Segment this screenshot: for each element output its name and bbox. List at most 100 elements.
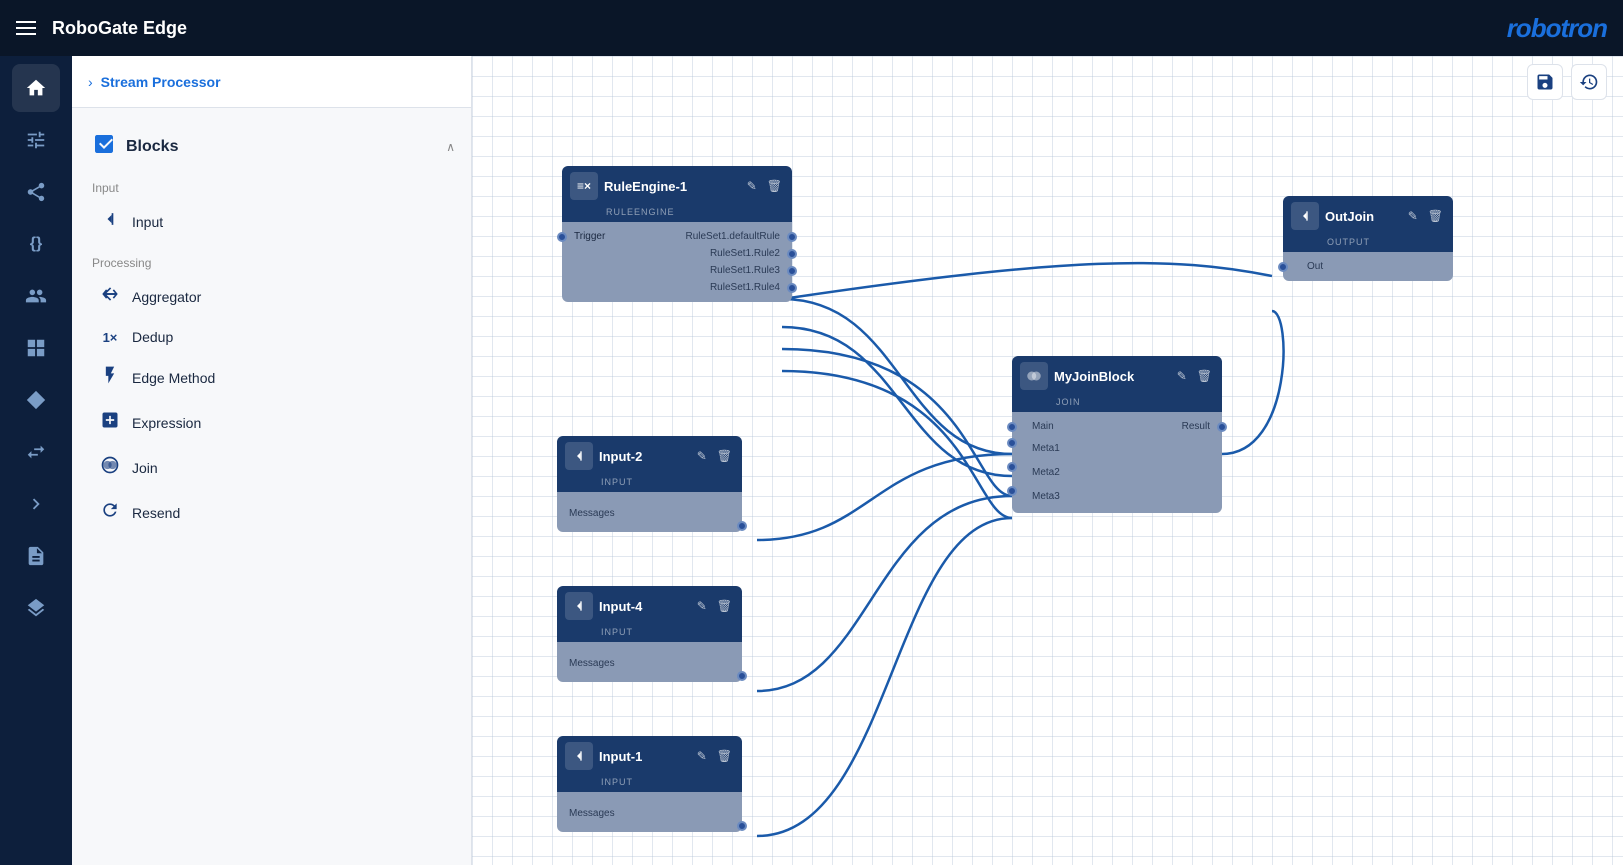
input2-edit[interactable]: ✎ xyxy=(695,447,709,465)
node-input-2[interactable]: Input-2 ✎ 🗑 INPUT Messages xyxy=(557,436,742,532)
block-expression[interactable]: Expression xyxy=(80,400,463,445)
port-trigger-dot xyxy=(557,232,567,242)
port-meta1-dot xyxy=(1007,438,1017,448)
block-edge-method[interactable]: Edge Method xyxy=(80,355,463,400)
join-block-type: JOIN xyxy=(1012,396,1222,412)
input1-delete[interactable]: 🗑 xyxy=(715,747,734,765)
sidebar-item-code[interactable]: {} xyxy=(12,220,60,268)
port-out-label: Out xyxy=(1307,261,1323,272)
block-join[interactable]: Join xyxy=(80,445,463,490)
port-defaultrule-label: RuleSet1.defaultRule xyxy=(685,231,780,242)
join-label: Join xyxy=(132,460,158,476)
aggregator-label: Aggregator xyxy=(132,289,201,305)
port-out: Out xyxy=(1283,258,1453,275)
category-processing: Processing xyxy=(72,244,471,274)
input2-body: Messages xyxy=(557,492,742,532)
port-rule2-label: RuleSet1.Rule2 xyxy=(710,248,780,259)
input4-delete[interactable]: 🗑 xyxy=(715,597,734,615)
rule-engine-edit[interactable]: ✎ xyxy=(745,177,759,195)
out-join-type: OUTPUT xyxy=(1283,236,1453,252)
resend-label: Resend xyxy=(132,505,180,521)
port-trigger-label: Trigger xyxy=(574,231,605,242)
rule-engine-type: RULEENGINE xyxy=(562,206,792,222)
input2-delete[interactable]: 🗑 xyxy=(715,447,734,465)
block-aggregator[interactable]: Aggregator xyxy=(80,274,463,319)
aggregator-icon xyxy=(100,284,120,309)
port-trigger: Trigger RuleSet1.defaultRule xyxy=(562,228,792,245)
input1-title: Input-1 xyxy=(599,749,689,764)
input-label: Input xyxy=(132,214,163,230)
sidebar-item-diamond[interactable] xyxy=(12,376,60,424)
panel-header: › Stream Processor xyxy=(72,56,471,108)
breadcrumb-label[interactable]: Stream Processor xyxy=(101,74,221,90)
node-input-4[interactable]: Input-4 ✎ 🗑 INPUT Messages xyxy=(557,586,742,682)
sidebar-item-chevron[interactable] xyxy=(12,480,60,528)
port-messages1-label: Messages xyxy=(569,808,615,819)
save-button[interactable] xyxy=(1527,64,1563,100)
port-main-dot xyxy=(1007,422,1017,432)
join-block-body: Main Result Meta1 Meta2 Meta3 xyxy=(1012,412,1222,513)
sidebar-item-layers[interactable] xyxy=(12,584,60,632)
blocks-section-title: Blocks xyxy=(126,138,178,156)
blocks-section-header[interactable]: Blocks ∧ xyxy=(72,124,471,169)
join-block-edit[interactable]: ✎ xyxy=(1175,367,1189,385)
out-join-edit[interactable]: ✎ xyxy=(1406,207,1420,225)
input1-body: Messages xyxy=(557,792,742,832)
input1-edit[interactable]: ✎ xyxy=(695,747,709,765)
port-main-label: Main xyxy=(1024,421,1054,432)
node-out-join[interactable]: OutJoin ✎ 🗑 OUTPUT Out xyxy=(1283,196,1453,281)
conn-rule-outjoin xyxy=(782,263,1272,299)
input4-edit[interactable]: ✎ xyxy=(695,597,709,615)
sidebar-item-document[interactable] xyxy=(12,532,60,580)
port-messages-4: Messages xyxy=(557,648,742,676)
blocks-panel: › Stream Processor Blocks ∧ Input Input … xyxy=(72,56,472,865)
sidebar-item-sliders[interactable] xyxy=(12,116,60,164)
sidebar-item-home[interactable] xyxy=(12,64,60,112)
node-my-join-block[interactable]: MyJoinBlock ✎ 🗑 JOIN Main Result Meta1 xyxy=(1012,356,1222,513)
sidebar-item-people[interactable] xyxy=(12,272,60,320)
header-left: RoboGate Edge xyxy=(16,18,187,39)
input2-icon xyxy=(565,442,593,470)
conn-input4-meta2 xyxy=(757,496,1012,691)
sidebar-item-share[interactable] xyxy=(12,168,60,216)
port-defaultrule-dot xyxy=(787,232,797,242)
input-icon xyxy=(100,209,120,234)
canvas-area: ≡× RuleEngine-1 ✎ 🗑 RULEENGINE Trigger R… xyxy=(472,56,1623,865)
out-join-delete[interactable]: 🗑 xyxy=(1426,207,1445,225)
breadcrumb-chevron: › xyxy=(88,74,93,90)
edge-method-label: Edge Method xyxy=(132,370,215,386)
port-result-label: Result xyxy=(1182,421,1210,432)
history-button[interactable] xyxy=(1571,64,1607,100)
block-input[interactable]: Input xyxy=(80,199,463,244)
node-rule-engine[interactable]: ≡× RuleEngine-1 ✎ 🗑 RULEENGINE Trigger R… xyxy=(562,166,792,302)
node-input-1[interactable]: Input-1 ✎ 🗑 INPUT Messages xyxy=(557,736,742,832)
port-meta2: Meta2 xyxy=(1012,459,1222,483)
input2-type: INPUT xyxy=(557,476,742,492)
rule-engine-delete[interactable]: 🗑 xyxy=(765,177,784,195)
port-meta2-dot xyxy=(1007,462,1017,472)
node-input1-header: Input-1 ✎ 🗑 xyxy=(557,736,742,776)
port-main-result: Main Result xyxy=(1012,418,1222,435)
input4-type: INPUT xyxy=(557,626,742,642)
brand-logo: robotron xyxy=(1507,13,1607,44)
rule-engine-icon: ≡× xyxy=(570,172,598,200)
port-rule3-dot xyxy=(787,266,797,276)
port-rule4: RuleSet1.Rule4 xyxy=(562,279,792,296)
dedup-icon: 1× xyxy=(100,330,120,345)
collapse-icon[interactable]: ∧ xyxy=(446,140,455,154)
join-block-delete[interactable]: 🗑 xyxy=(1195,367,1214,385)
port-meta1-label: Meta1 xyxy=(1024,443,1060,454)
sidebar-item-grid[interactable] xyxy=(12,324,60,372)
port-out-dot xyxy=(1278,262,1288,272)
out-join-icon xyxy=(1291,202,1319,230)
port-messages4-label: Messages xyxy=(569,658,615,669)
node-input4-header: Input-4 ✎ 🗑 xyxy=(557,586,742,626)
block-dedup[interactable]: 1× Dedup xyxy=(80,319,463,355)
hamburger-menu[interactable] xyxy=(16,21,36,35)
port-meta3-dot xyxy=(1007,486,1017,496)
block-resend[interactable]: Resend xyxy=(80,490,463,535)
conn-rule-meta1 xyxy=(782,327,1012,476)
input4-icon xyxy=(565,592,593,620)
flow-canvas[interactable]: ≡× RuleEngine-1 ✎ 🗑 RULEENGINE Trigger R… xyxy=(472,56,1623,865)
sidebar-item-transform[interactable] xyxy=(12,428,60,476)
